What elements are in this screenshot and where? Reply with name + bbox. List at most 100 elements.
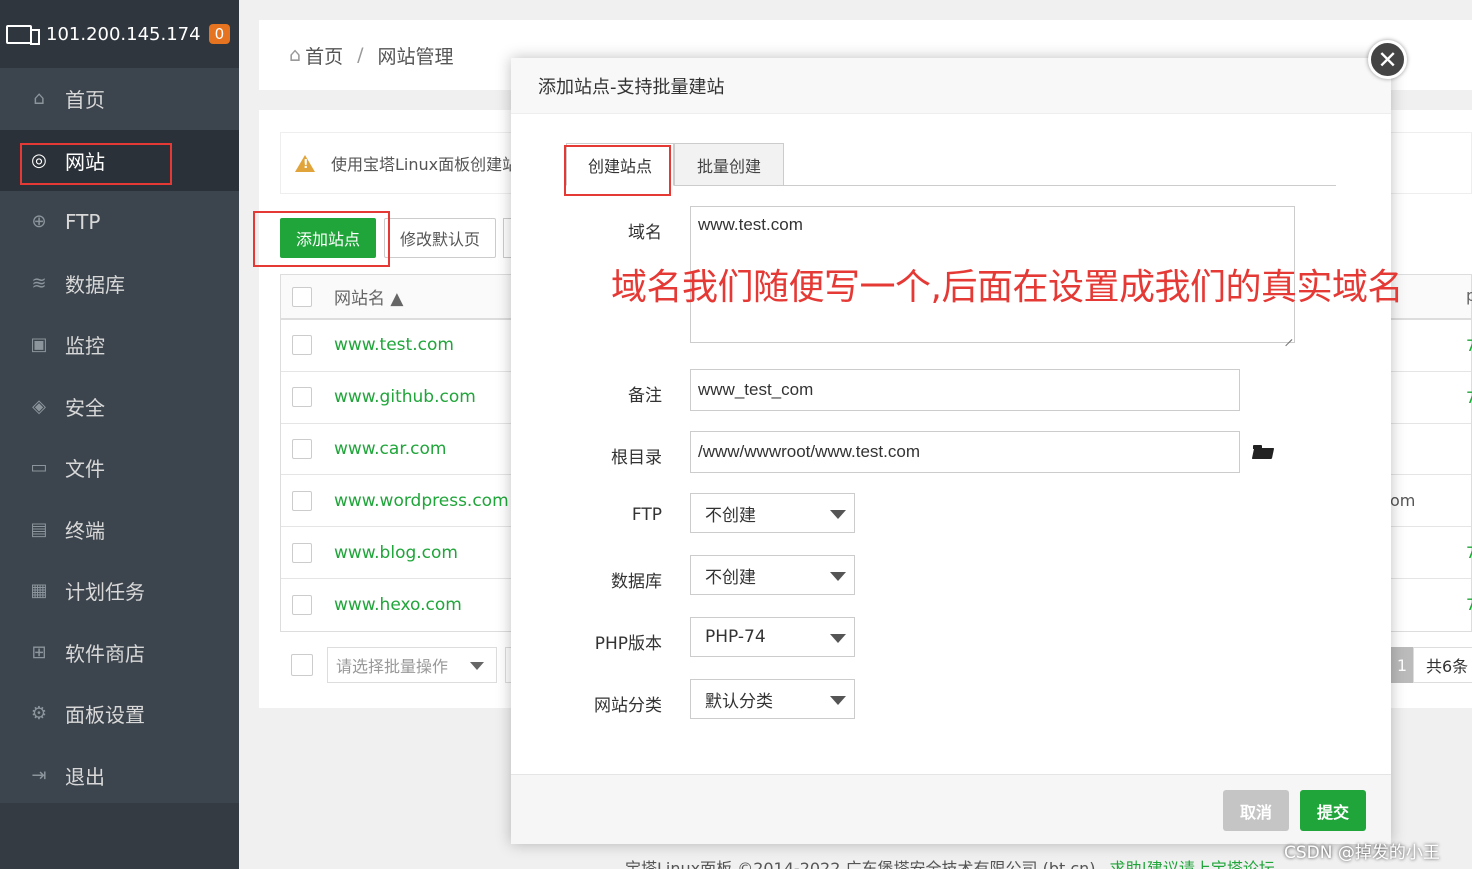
sidebar: 101.200.145.174 0 ⌂ 首页 ◎ 网站 ⊕ FTP ≋ 数据库 ▣ 监控 … [0, 0, 239, 869]
sidebar-item-cron[interactable]: ▦ 计划任务 [0, 560, 239, 622]
category-label: 网站分类 [594, 696, 662, 716]
php-version-select[interactable]: PHP-74 [690, 617, 855, 657]
row-checkbox[interactable] [292, 594, 312, 615]
site-link[interactable]: www.wordpress.com [334, 491, 509, 511]
sidebar-item-security[interactable]: ◈ 安全 [0, 376, 239, 438]
footer-text: 宝塔Linux面板 ©2014-2022 广东堡塔安全技术有限公司 (bt.cn… [625, 859, 1096, 869]
site-link[interactable]: www.blog.com [334, 543, 458, 563]
footer-forum-link[interactable]: 求助|建议请上宝塔论坛 [1110, 859, 1275, 869]
breadcrumb-separator: / [357, 44, 364, 66]
php-version-label: PHP版本 [594, 634, 662, 654]
tab-batch-create[interactable]: 批量创建 [674, 143, 784, 186]
folder-icon: ▭ [30, 457, 48, 479]
shield-icon: ◈ [32, 395, 46, 417]
database-select[interactable]: 不创建 [690, 555, 855, 595]
php-version-value: PHP-74 [705, 627, 766, 647]
site-link[interactable]: www.hexo.com [334, 595, 462, 615]
row-checkbox[interactable] [292, 387, 312, 408]
monitor-chart-icon: ▣ [30, 334, 48, 356]
ftp-value: 不创建 [705, 505, 756, 526]
modal-tabs: 创建站点 批量创建 [566, 143, 1336, 186]
chevron-down-icon [830, 634, 846, 643]
terminal-icon: ▤ [30, 518, 48, 540]
sidebar-item-label: 软件商店 [65, 641, 145, 666]
row-checkbox[interactable] [292, 438, 312, 459]
pager-total: 共6条 [1413, 647, 1472, 683]
highlight-website-nav [20, 143, 172, 185]
ftp-icon: ⊕ [31, 211, 47, 233]
notification-badge[interactable]: 0 [208, 24, 231, 44]
sidebar-item-label: 计划任务 [65, 580, 145, 605]
sidebar-item-logout[interactable]: ⇥ 退出 [0, 745, 239, 807]
modify-default-page-button[interactable]: 修改默认页 [384, 218, 496, 258]
sidebar-item-label: 安全 [65, 395, 105, 420]
resize-handle[interactable] [1283, 331, 1293, 341]
sidebar-item-settings[interactable]: ⚙ 面板设置 [0, 683, 239, 745]
sidebar-item-label: FTP [65, 209, 101, 234]
category-select[interactable]: 默认分类 [690, 679, 855, 719]
annotation-text: 域名我们随便写一个,后面在设置成我们的真实域名 [611, 267, 1403, 308]
submit-button[interactable]: 提交 [1300, 790, 1366, 831]
server-ip: 101.200.145.174 [46, 23, 201, 45]
row-checkbox[interactable] [292, 542, 312, 563]
select-all-checkbox[interactable] [292, 286, 312, 307]
column-fragment: p [1466, 286, 1472, 305]
row-fragment: 7 [1466, 595, 1472, 614]
breadcrumb-home[interactable]: 首页 [305, 42, 343, 69]
home-icon: ⌂ [289, 44, 302, 66]
row-fragment: 7 [1466, 336, 1472, 355]
monitor-icon [6, 23, 40, 45]
pager-current-page[interactable]: 1 [1391, 647, 1413, 683]
cancel-button[interactable]: 取消 [1223, 790, 1289, 831]
site-link[interactable]: www.car.com [334, 439, 446, 459]
sidebar-footer [0, 803, 239, 869]
row-fragment: 7 [1466, 543, 1472, 562]
sidebar-item-label: 终端 [65, 518, 105, 543]
sidebar-item-label: 首页 [65, 88, 105, 113]
row-checkbox[interactable] [292, 335, 312, 356]
row-checkbox[interactable] [292, 490, 312, 511]
column-site-name[interactable]: 网站名 ▲ [334, 284, 403, 309]
remark-input[interactable]: www_test_com [690, 369, 1240, 411]
logout-icon: ⇥ [31, 764, 47, 786]
sidebar-item-label: 文件 [65, 457, 105, 482]
chevron-down-icon [830, 696, 846, 705]
site-link[interactable]: www.github.com [334, 387, 476, 407]
watermark: CSDN @掉发的小王 [1284, 843, 1440, 863]
sidebar-item-ftp[interactable]: ⊕ FTP [0, 191, 239, 253]
domain-value: www.test.com [698, 215, 803, 234]
warning-icon [295, 154, 315, 172]
root-dir-input[interactable]: /www/wwwroot/www.test.com [690, 431, 1240, 473]
server-header: 101.200.145.174 0 [0, 0, 239, 68]
highlight-create-tab [564, 145, 671, 196]
sidebar-item-terminal[interactable]: ▤ 终端 [0, 499, 239, 561]
sidebar-item-files[interactable]: ▭ 文件 [0, 437, 239, 499]
modal-title: 添加站点-支持批量建站 [511, 58, 1391, 114]
ftp-select[interactable]: 不创建 [690, 493, 855, 533]
folder-open-icon[interactable] [1253, 443, 1275, 461]
sidebar-item-home[interactable]: ⌂ 首页 [0, 68, 239, 130]
sidebar-item-store[interactable]: ⊞ 软件商店 [0, 622, 239, 684]
sidebar-item-label: 监控 [65, 334, 105, 359]
batch-select-checkbox[interactable] [291, 654, 313, 676]
row-fragment: om [1390, 491, 1416, 510]
gear-icon: ⚙ [30, 703, 48, 725]
chevron-down-icon [830, 510, 846, 519]
batch-operation-select[interactable]: 请选择批量操作 [327, 647, 497, 683]
database-value: 不创建 [705, 567, 756, 588]
close-icon[interactable]: ✕ [1368, 40, 1407, 79]
sidebar-item-monitor[interactable]: ▣ 监控 [0, 314, 239, 376]
site-link[interactable]: www.test.com [334, 335, 454, 355]
chevron-down-icon [470, 662, 484, 670]
ftp-label: FTP [631, 505, 662, 525]
calendar-icon: ▦ [30, 580, 48, 602]
notice-text: 使用宝塔Linux面板创建站 [331, 155, 519, 174]
highlight-add-site [253, 211, 390, 267]
remark-value: www_test_com [698, 380, 814, 399]
sidebar-item-label: 退出 [65, 764, 105, 789]
sidebar-item-database[interactable]: ≋ 数据库 [0, 253, 239, 315]
category-value: 默认分类 [705, 691, 773, 712]
database-label: 数据库 [611, 572, 662, 592]
database-icon: ≋ [31, 272, 47, 294]
domain-label: 域名 [628, 223, 662, 243]
